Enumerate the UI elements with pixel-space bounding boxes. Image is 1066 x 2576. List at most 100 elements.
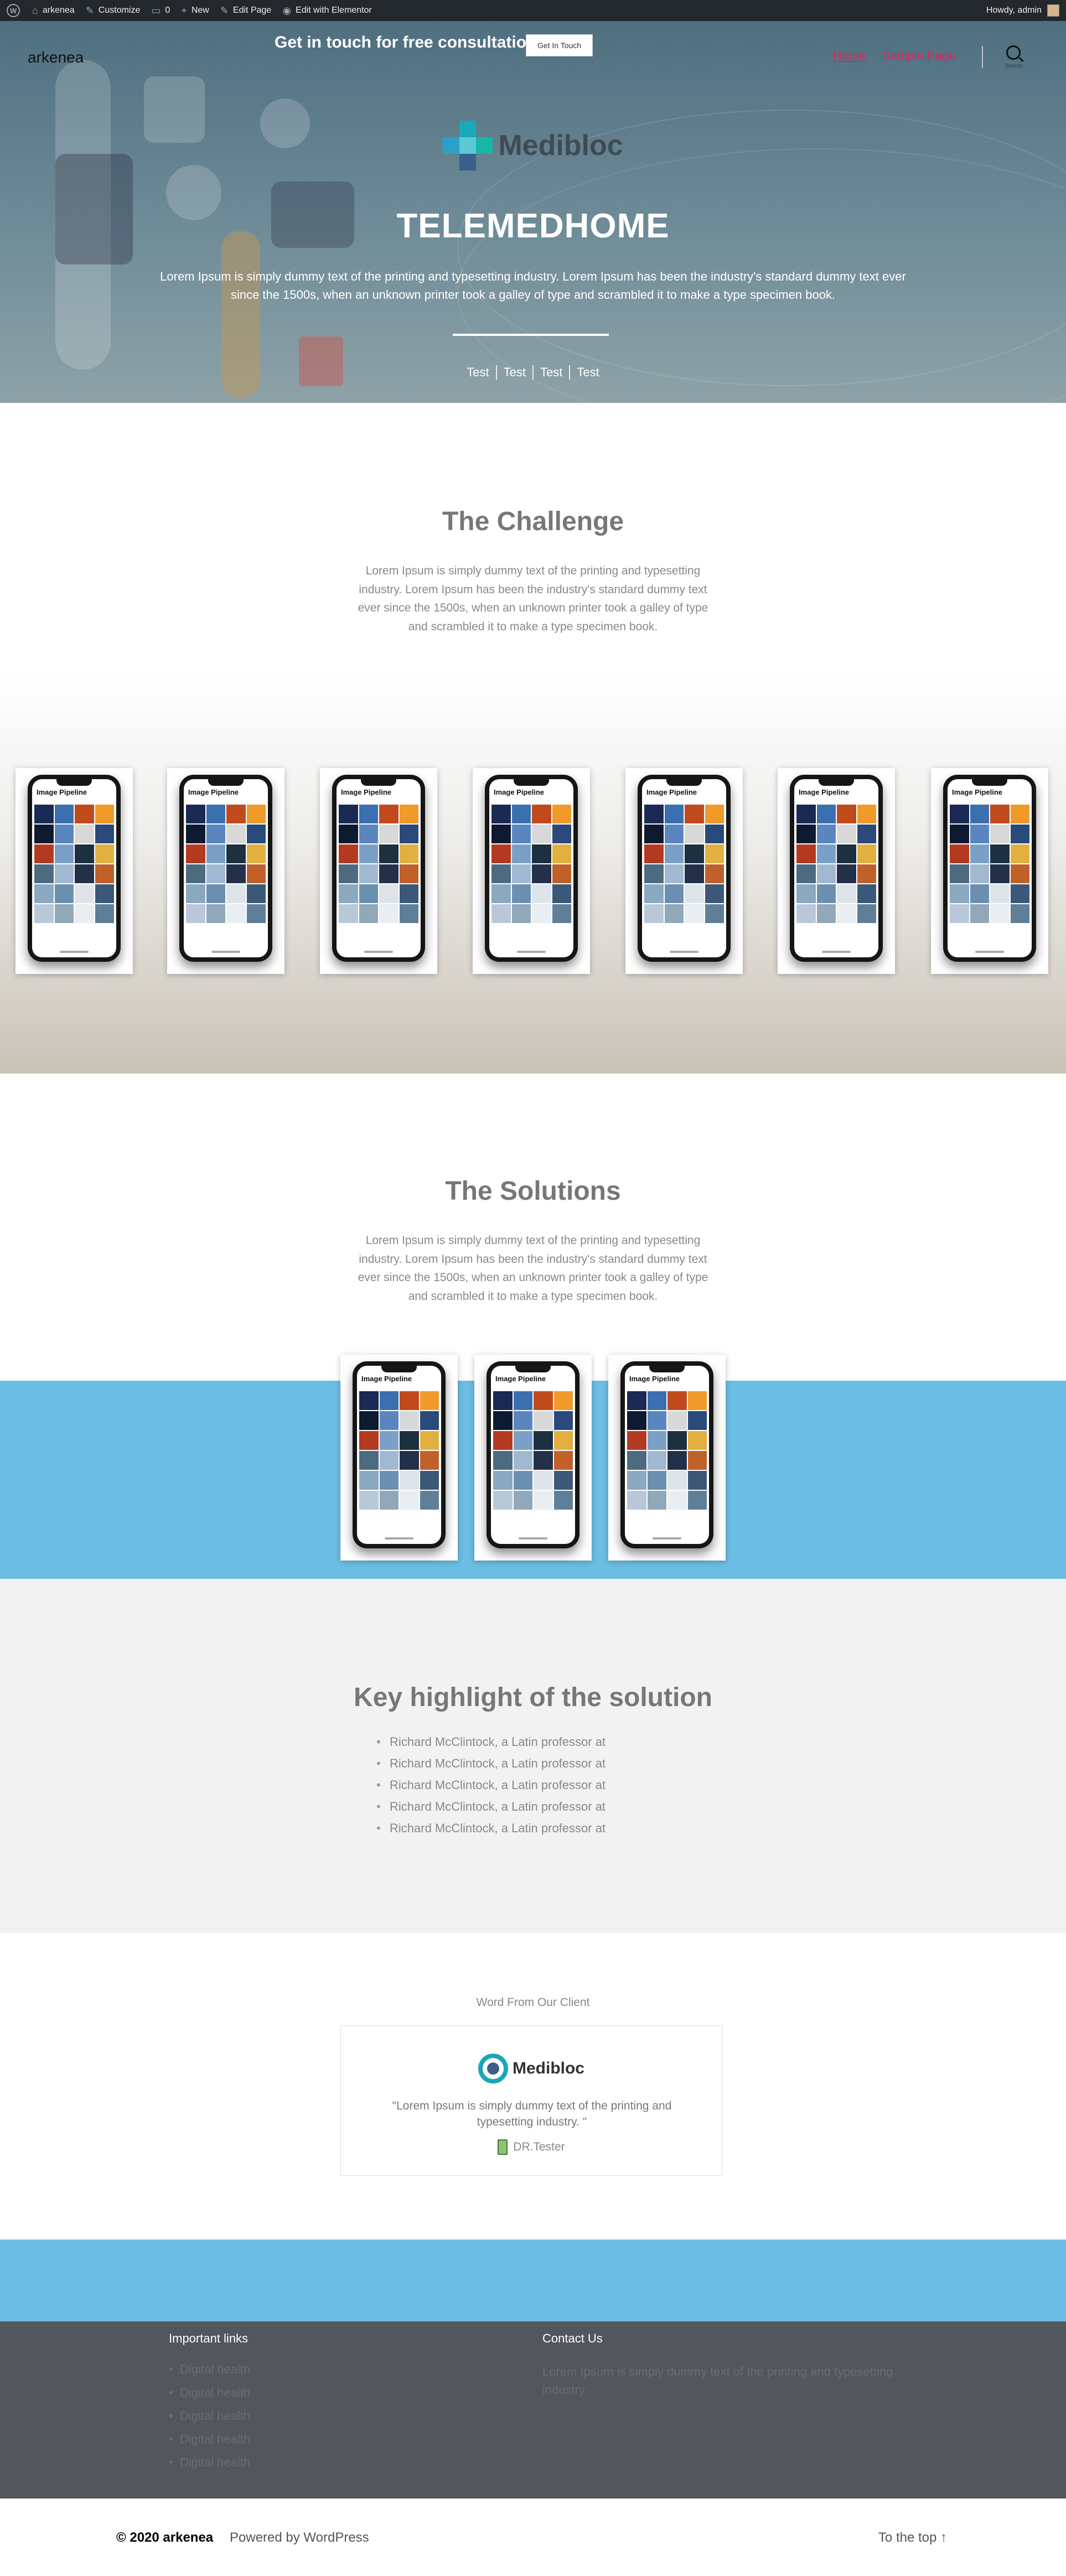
search-icon — [1006, 45, 1021, 60]
hero-tag[interactable]: Test — [569, 365, 606, 380]
hero-logo: Medibloc — [0, 121, 1066, 170]
footer-powered-by[interactable]: Powered by WordPress — [230, 2530, 369, 2546]
admin-elementor-label: Edit with Elementor — [296, 6, 372, 15]
wordpress-logo-icon[interactable]: W — [7, 4, 20, 17]
hero-tags: Test Test Test Test — [0, 365, 1066, 380]
avatar — [1047, 4, 1059, 17]
phone-screenshot-card: Image Pipeline — [15, 768, 133, 974]
nav-item-sample-page[interactable]: Sample Page — [882, 49, 955, 63]
brush-icon: ✎ — [85, 4, 94, 16]
highlights-list: Richard McClintock, a Latin professor at… — [376, 1735, 606, 1843]
admin-new-link[interactable]: + New — [181, 5, 209, 17]
elementor-icon: ◉ — [282, 4, 292, 16]
to-the-top-link[interactable]: To the top ↑ — [878, 2530, 947, 2546]
admin-bar: W ⌂ arkenea ✎ Customize ▭ 0 + New ✎ Edit… — [0, 0, 1066, 21]
list-item: Richard McClintock, a Latin professor at — [376, 1800, 606, 1814]
primary-nav: Home Sample Page — [833, 49, 955, 63]
admin-site-name: arkenea — [42, 6, 75, 15]
phone-screenshot-card: Image Pipeline — [778, 768, 895, 974]
nav-item-home[interactable]: Home — [833, 49, 866, 63]
admin-elementor-link[interactable]: ◉ Edit with Elementor — [282, 5, 372, 17]
admin-site-link[interactable]: ⌂ arkenea — [32, 5, 75, 17]
image-grid — [625, 1391, 709, 1510]
hero-tag[interactable]: Test — [460, 365, 495, 380]
plus-icon: + — [181, 4, 187, 16]
search-button[interactable]: Search — [1000, 45, 1027, 73]
phone-screenshot-card: Image Pipeline — [474, 1355, 592, 1561]
admin-edit-page-link[interactable]: ✎ Edit Page — [220, 5, 271, 17]
footer-links-column: Important links Digital health Digital h… — [169, 2331, 250, 2479]
list-item: Richard McClintock, a Latin professor at — [376, 1821, 606, 1836]
solutions-text: Lorem Ipsum is simply dummy text of the … — [358, 1234, 708, 1303]
phone-mockup: Image Pipeline — [943, 775, 1036, 962]
doctor-icon — [498, 2139, 508, 2155]
pencil-icon: ✎ — [220, 4, 229, 16]
image-grid — [184, 805, 268, 923]
footer-widgets — [0, 2321, 1066, 2499]
footer-link[interactable]: Digital health — [169, 2409, 250, 2423]
image-grid — [489, 805, 573, 923]
testimonial-logo: Medibloc — [341, 2054, 722, 2083]
admin-edit-page-label: Edit Page — [232, 6, 272, 15]
phone-mockup: Image Pipeline — [620, 1361, 713, 1548]
image-grid — [491, 1391, 575, 1510]
comment-icon: ▭ — [151, 4, 161, 16]
image-grid — [642, 805, 726, 923]
footer-contact-column: Contact Us Lorem Ipsum is simply dummy t… — [542, 2331, 897, 2399]
solutions-title: The Solutions — [445, 1176, 621, 1206]
admin-customize-link[interactable]: ✎ Customize — [86, 5, 141, 17]
admin-account[interactable]: Howdy, admin — [986, 4, 1059, 17]
hero-title: TELEMEDHOME — [396, 207, 670, 245]
phone-screenshot-card: Image Pipeline — [167, 768, 284, 974]
get-in-touch-button[interactable]: Get In Touch — [526, 34, 593, 56]
admin-howdy: Howdy, admin — [986, 6, 1042, 15]
list-item: Richard McClintock, a Latin professor at — [376, 1778, 606, 1792]
challenge-title: The Challenge — [442, 507, 624, 536]
footer-contact-text: Lorem Ipsum is simply dummy text of the … — [542, 2365, 893, 2397]
footer-link[interactable]: Digital health — [169, 2432, 250, 2447]
challenge-text: Lorem Ipsum is simply dummy text of the … — [358, 564, 708, 633]
hero-tag[interactable]: Test — [495, 365, 532, 380]
list-item: Richard McClintock, a Latin professor at — [376, 1735, 606, 1749]
hero-subtitle: Lorem Ipsum is simply dummy text of the … — [160, 269, 906, 302]
phone-screenshot-card: Image Pipeline — [340, 1355, 458, 1561]
image-grid — [357, 1391, 441, 1510]
hero-logo-text: Medibloc — [498, 129, 623, 162]
admin-comments-link[interactable]: ▭ 0 — [151, 5, 170, 17]
home-icon: ⌂ — [32, 4, 38, 16]
phone-screenshot-card: Image Pipeline — [608, 1355, 726, 1561]
footer-copyright[interactable]: © 2020 arkenea — [116, 2530, 213, 2546]
hero-section: arkenea Home Sample Page Search Medibloc… — [0, 21, 1066, 403]
phone-screenshot-card: Image Pipeline — [473, 768, 590, 974]
image-grid — [948, 805, 1032, 923]
phone-mockup: Image Pipeline — [638, 775, 731, 962]
image-grid — [32, 805, 116, 923]
footer-links-title: Important links — [169, 2331, 249, 2345]
medibloc-logo-icon — [443, 121, 493, 170]
phone-mockup: Image Pipeline — [353, 1361, 446, 1548]
phone-screenshot-card: Image Pipeline — [320, 768, 437, 974]
medibloc-logo-icon — [478, 2054, 508, 2083]
nav-divider — [982, 46, 983, 68]
highlights-title: Key highlight of the solution — [354, 1683, 712, 1712]
footer-links-list: Digital health Digital health Digital he… — [169, 2362, 250, 2470]
footer-link[interactable]: Digital health — [169, 2362, 250, 2377]
cta-text: Get in touch for free consultation — [275, 33, 537, 51]
testimonial-logo-text: Medibloc — [512, 2059, 584, 2077]
hero-divider — [453, 334, 609, 336]
hero-tag[interactable]: Test — [532, 365, 569, 380]
cta-band — [0, 2240, 1066, 2321]
phone-screenshot-card: Image Pipeline — [625, 768, 743, 974]
footer-link[interactable]: Digital health — [169, 2386, 250, 2400]
phone-screenshot-card: Image Pipeline — [931, 768, 1048, 974]
admin-new-label: New — [191, 6, 209, 15]
search-label: Search — [1005, 63, 1022, 69]
phone-mockup: Image Pipeline — [790, 775, 883, 962]
image-grid — [337, 805, 421, 923]
footer-link[interactable]: Digital health — [169, 2455, 250, 2470]
admin-customize-label: Customize — [98, 6, 141, 15]
site-title[interactable]: arkenea — [28, 49, 84, 66]
phone-mockup: Image Pipeline — [487, 1361, 579, 1548]
phone-mockup: Image Pipeline — [332, 775, 425, 962]
list-item: Richard McClintock, a Latin professor at — [376, 1756, 606, 1771]
